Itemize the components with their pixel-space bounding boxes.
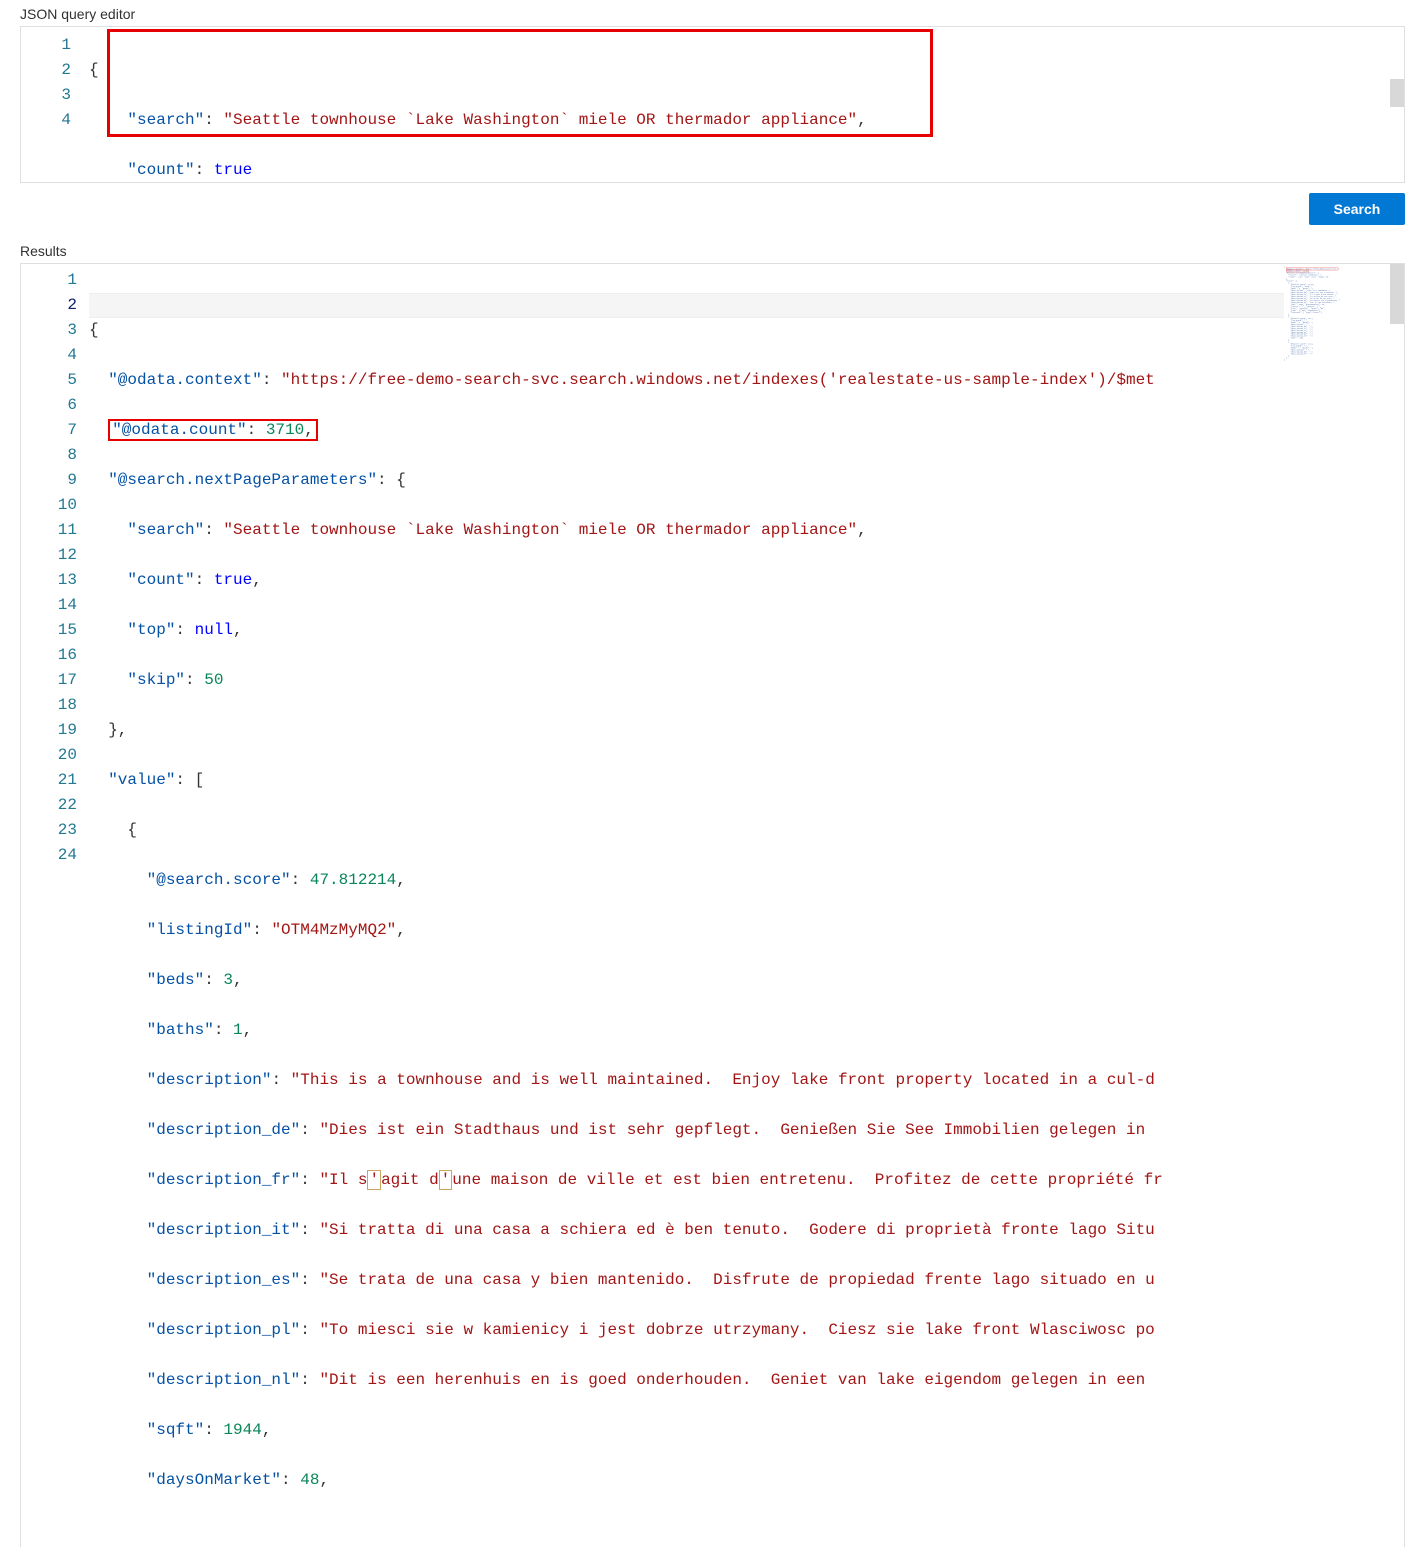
results-viewer[interactable]: 1 2 3 4 5 6 7 8 9 10 11 12 13 14 15 16 1… [20, 263, 1405, 1547]
description-fr-post: une maison de ville et est bien entreten… [452, 1171, 1163, 1189]
odata-context-value: https://free-demo-search-svc.search.wind… [291, 371, 1155, 389]
line-number: 13 [21, 568, 77, 593]
line-number: 22 [21, 793, 77, 818]
line-number: 20 [21, 743, 77, 768]
line-number: 1 [21, 33, 71, 58]
line-number: 14 [21, 593, 77, 618]
line-number: 9 [21, 468, 77, 493]
description-nl-value: Dit is een herenhuis en is goed onderhou… [329, 1371, 1155, 1389]
line-number: 3 [21, 83, 71, 108]
line-number: 12 [21, 543, 77, 568]
nextpage-top-value: null [195, 621, 233, 639]
line-number: 19 [21, 718, 77, 743]
line-number: 1 [21, 268, 77, 293]
line-number: 18 [21, 693, 77, 718]
line-number: 2 [21, 58, 71, 83]
line-number: 4 [21, 108, 71, 133]
line-number: 8 [21, 443, 77, 468]
line-number: 11 [21, 518, 77, 543]
line-number: 6 [21, 393, 77, 418]
description-it-value: Si tratta di una casa a schiera ed è ben… [329, 1221, 1155, 1239]
editor-code[interactable]: { "search": "Seattle townhouse `Lake Was… [89, 27, 1404, 182]
description-pl-value: To miesci sie w kamienicy i jest dobrze … [329, 1321, 1155, 1339]
line-number: 4 [21, 343, 77, 368]
line-number: 23 [21, 818, 77, 843]
odata-count-highlight: "@odata.count": 3710, [108, 419, 318, 441]
sqft-value: 1944 [223, 1421, 261, 1439]
line-number: 15 [21, 618, 77, 643]
current-line-highlight [89, 293, 1284, 318]
editor-count-value: true [214, 161, 252, 179]
line-number: 7 [21, 418, 77, 443]
line-number: 2 [21, 293, 77, 318]
results-code[interactable]: { "@odata.context": "https://free-demo-s… [89, 264, 1284, 1547]
listing-id-value: OTM4MzMyMQ2 [281, 921, 387, 939]
line-number: 3 [21, 318, 77, 343]
days-on-market-value: 48 [300, 1471, 319, 1489]
editor-search-value: Seattle townhouse `Lake Washington` miel… [233, 111, 848, 129]
line-number: 21 [21, 768, 77, 793]
nextpage-count-value: true [214, 571, 252, 589]
nextpage-search-value: Seattle townhouse `Lake Washington` miel… [233, 521, 848, 539]
json-query-editor[interactable]: 1 2 3 4 { "search": "Seattle townhouse `… [20, 26, 1405, 183]
results-gutter: 1 2 3 4 5 6 7 8 9 10 11 12 13 14 15 16 1… [21, 264, 89, 1547]
search-button[interactable]: Search [1309, 193, 1405, 225]
description-fr-pre: Il s [329, 1171, 367, 1189]
beds-value: 3 [223, 971, 233, 989]
line-number: 17 [21, 668, 77, 693]
description-value: This is a townhouse and is well maintain… [300, 1071, 1155, 1089]
line-number: 24 [21, 843, 77, 868]
line-number: 10 [21, 493, 77, 518]
nextpage-skip-value: 50 [204, 671, 223, 689]
description-fr-mid: agit d [381, 1171, 439, 1189]
results-section-label: Results [20, 237, 1405, 263]
line-number: 16 [21, 643, 77, 668]
editor-gutter: 1 2 3 4 [21, 27, 89, 182]
results-minimap[interactable]: { "@odata.context": "https://free-demo-s… [1284, 264, 1404, 1547]
odata-count-value: 3710 [266, 421, 304, 439]
results-scrollbar[interactable] [1390, 264, 1404, 1547]
search-score-value: 47.812214 [310, 871, 396, 889]
editor-section-label: JSON query editor [20, 0, 1405, 26]
description-es-value: Se trata de una casa y bien mantenido. D… [329, 1271, 1155, 1289]
description-de-value: Dies ist ein Stadthaus und ist sehr gepf… [329, 1121, 1155, 1139]
baths-value: 1 [233, 1021, 243, 1039]
line-number: 5 [21, 368, 77, 393]
